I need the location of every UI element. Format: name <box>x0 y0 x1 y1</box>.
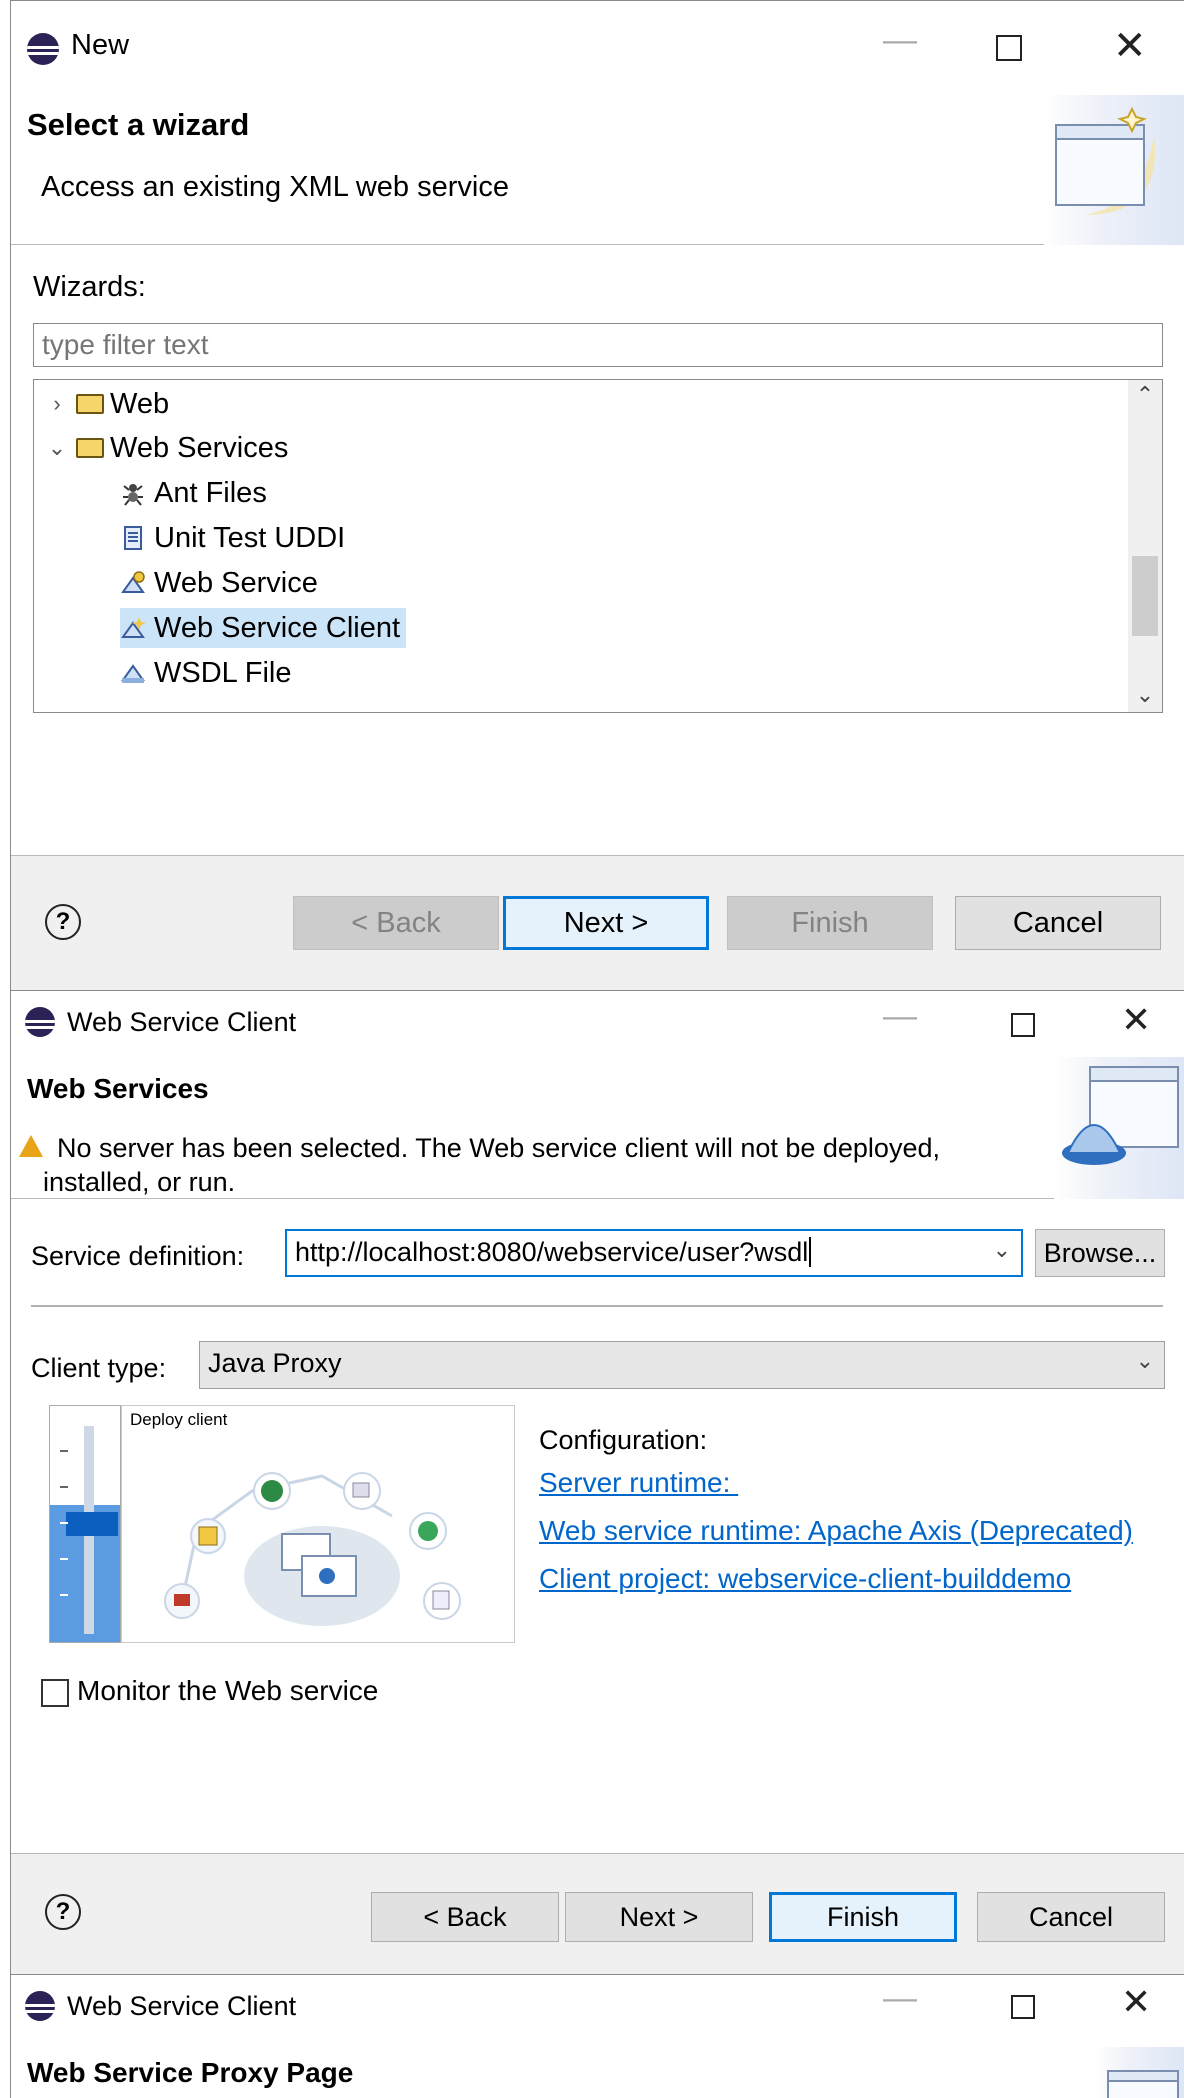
cancel-button[interactable]: Cancel <box>955 896 1161 950</box>
wizard-banner <box>1094 2047 1184 2098</box>
window-title: Web Service Client <box>67 1007 297 1037</box>
wsdl-file-icon <box>121 664 145 683</box>
wizard-body: Wizards: › Web ⌄ Web Services Ant Files … <box>11 247 1184 855</box>
eclipse-icon <box>25 1007 55 1037</box>
tree-item-label: Web <box>110 387 170 420</box>
folder-icon <box>76 394 104 414</box>
wizard-header: Select a wizard Access an existing XML w… <box>11 95 1184 245</box>
scroll-down-icon[interactable]: ⌄ <box>1128 682 1162 708</box>
monitor-label: Monitor the Web service <box>77 1675 379 1706</box>
close-button[interactable]: ✕ <box>1121 999 1151 1041</box>
maximize-button[interactable] <box>1011 1995 1035 2019</box>
tree-scrollbar[interactable]: ⌃ ⌄ <box>1128 380 1162 712</box>
folder-open-icon <box>76 438 104 458</box>
help-icon[interactable]: ? <box>45 1894 81 1930</box>
client-project-link[interactable]: Client project: webservice-client-buildd… <box>539 1563 1071 1595</box>
server-runtime-link[interactable]: Server runtime: <box>539 1467 738 1499</box>
wizard-banner <box>1054 1057 1184 1199</box>
web-service-client-dialog: Web Service Client — ✕ Web Services No s… <box>10 990 1184 1974</box>
tree-item-label: Web Service <box>154 566 318 599</box>
new-wizard-icon <box>1055 106 1156 215</box>
warning-icon <box>19 1135 43 1157</box>
tree-item-web[interactable]: › Web <box>44 384 169 424</box>
monitor-checkbox[interactable] <box>41 1679 69 1707</box>
warning-message: No server has been selected. The Web ser… <box>43 1133 940 1197</box>
window-title: Web Service Client <box>67 1991 297 2021</box>
deploy-client-illustration: Deploy client <box>121 1405 515 1643</box>
minimize-button[interactable]: — <box>883 21 917 60</box>
web-service-client-icon <box>121 617 146 638</box>
client-type-select[interactable]: Java Proxy ⌄ <box>199 1341 1165 1389</box>
tree-item-unit-test-uddi[interactable]: Unit Test UDDI <box>120 518 345 558</box>
wizard-tree: › Web ⌄ Web Services Ant Files Unit Test… <box>33 379 1163 713</box>
tree-item-ant-files[interactable]: Ant Files <box>120 473 267 513</box>
tree-item-web-services[interactable]: ⌄ Web Services <box>44 428 289 468</box>
page-title: Select a wizard <box>27 107 250 142</box>
help-icon[interactable]: ? <box>45 904 81 940</box>
maximize-button[interactable] <box>996 35 1022 61</box>
tree-item-label: Unit Test UDDI <box>154 521 346 554</box>
page-title: Web Services <box>27 1073 209 1104</box>
tree-item-label: Ant Files <box>154 476 267 509</box>
eclipse-icon <box>25 1991 55 2021</box>
tree-item-web-service[interactable]: Web Service <box>120 563 318 603</box>
deploy-slider[interactable] <box>49 1405 121 1643</box>
maximize-button[interactable] <box>1011 1013 1035 1037</box>
scroll-thumb[interactable] <box>1132 556 1158 636</box>
tree-item-wsdl-file[interactable]: WSDL File <box>120 653 292 693</box>
web-service-runtime-link[interactable]: Web service runtime: Apache Axis (Deprec… <box>539 1515 1133 1547</box>
configuration-label: Configuration: <box>539 1425 708 1455</box>
chevron-down-icon[interactable]: ⌄ <box>993 1237 1011 1263</box>
ant-icon <box>123 484 143 506</box>
finish-button[interactable]: Finish <box>727 896 933 950</box>
web-service-client-icon <box>1062 1066 1179 1165</box>
web-service-icon <box>121 571 145 593</box>
separator <box>31 1305 1163 1307</box>
wizard-header: Web Service Proxy Page <box>11 2037 1184 2098</box>
slider-handle[interactable] <box>66 1512 118 1536</box>
web-service-client-dialog-2: Web Service Client — ✕ Web Service Proxy… <box>10 1974 1184 2098</box>
service-definition-label: Service definition: <box>31 1241 245 1271</box>
scroll-up-icon[interactable]: ⌃ <box>1128 382 1162 408</box>
wizard-body: Service definition: http://localhost:808… <box>11 1199 1184 1827</box>
back-button[interactable]: < Back <box>293 896 499 950</box>
close-button[interactable]: ✕ <box>1121 1981 1151 2023</box>
deploy-diagram <box>164 1472 461 1626</box>
tree-item-label: Web Service Client <box>154 611 401 644</box>
minimize-button[interactable]: — <box>883 1979 917 2018</box>
titlebar: Web Service Client — ✕ <box>11 1975 1184 2037</box>
close-button[interactable]: ✕ <box>1113 23 1147 69</box>
eclipse-icon <box>27 33 59 65</box>
wizard-banner <box>1044 95 1184 245</box>
page-title: Web Service Proxy Page <box>27 2057 354 2088</box>
uddi-icon <box>124 526 142 550</box>
chevron-down-icon[interactable]: ⌄ <box>44 435 70 461</box>
back-button[interactable]: < Back <box>371 1892 559 1942</box>
browse-button[interactable]: Browse... <box>1035 1229 1165 1277</box>
chevron-right-icon[interactable]: › <box>44 391 70 417</box>
titlebar: New — ✕ <box>11 1 1184 97</box>
tree-item-label: WSDL File <box>154 656 292 689</box>
wizards-label: Wizards: <box>33 271 146 303</box>
web-service-proxy-icon <box>1107 2070 1179 2098</box>
page-description: Access an existing XML web service <box>41 171 509 203</box>
window-title: New <box>71 29 130 61</box>
wizard-header: Web Services No server has been selected… <box>11 1057 1184 1199</box>
service-definition-input[interactable]: http://localhost:8080/webservice/user?ws… <box>285 1229 1023 1277</box>
client-type-label: Client type: <box>31 1353 167 1383</box>
filter-input[interactable] <box>33 323 1163 367</box>
minimize-button[interactable]: — <box>883 997 917 1036</box>
tree-item-label: Web Services <box>110 431 289 464</box>
next-button[interactable]: Next > <box>503 896 709 950</box>
finish-button[interactable]: Finish <box>769 1892 957 1942</box>
chevron-down-icon[interactable]: ⌄ <box>1136 1348 1154 1374</box>
new-wizard-dialog: New — ✕ Select a wizard Access an existi… <box>10 0 1184 990</box>
next-button[interactable]: Next > <box>565 1892 753 1942</box>
wizard-footer: ? < Back Next > Finish Cancel <box>11 1853 1184 1974</box>
tree-item-web-service-client[interactable]: Web Service Client <box>120 608 407 648</box>
wizard-footer: ? < Back Next > Finish Cancel <box>11 855 1184 990</box>
cancel-button[interactable]: Cancel <box>977 1892 1165 1942</box>
titlebar: Web Service Client — ✕ <box>11 991 1184 1057</box>
